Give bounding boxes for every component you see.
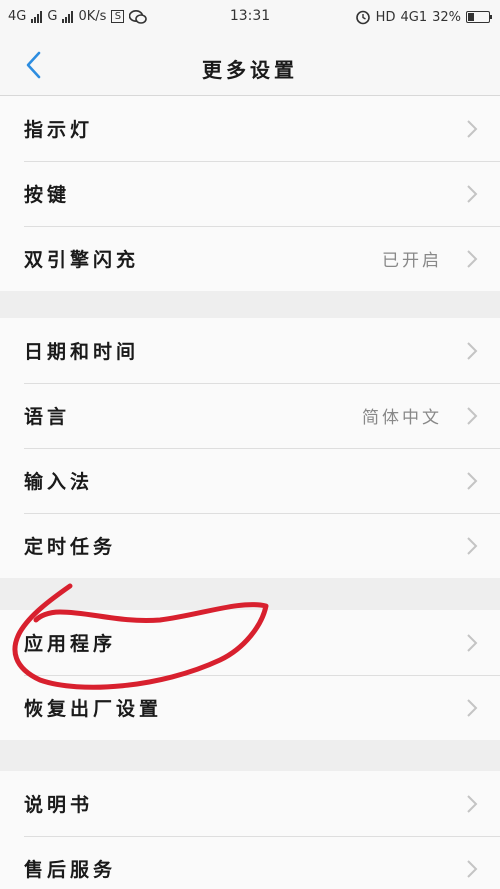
settings-item-value: 简体中文 — [362, 408, 442, 428]
settings-item-label: 说明书 — [24, 794, 94, 816]
chevron-right-icon — [467, 537, 478, 555]
chevron-right-icon — [467, 472, 478, 490]
chevron-right-icon — [467, 250, 478, 268]
page-title: 更多设置 — [202, 58, 298, 82]
chevron-right-icon — [467, 795, 478, 813]
settings-item-value: 已开启 — [382, 251, 442, 271]
settings-item-label: 按键 — [24, 184, 71, 206]
settings-item-label: 指示灯 — [24, 119, 94, 141]
settings-item-applications[interactable]: 应用程序 — [0, 610, 500, 675]
settings-item-factory-reset[interactable]: 恢复出厂设置 — [0, 675, 500, 740]
alarm-icon — [355, 10, 370, 25]
chevron-right-icon — [467, 634, 478, 652]
settings-item-label: 语言 — [24, 406, 71, 428]
chevron-right-icon — [467, 120, 478, 138]
title-bar: 更多设置 — [0, 34, 500, 96]
chevron-right-icon — [467, 407, 478, 425]
network-type-3: 4G1 — [400, 9, 428, 25]
settings-item-indicator-light[interactable]: 指示灯 — [0, 96, 500, 161]
settings-item-label: 定时任务 — [24, 536, 117, 558]
hd-indicator: HD — [375, 9, 396, 25]
battery-percent: 32% — [432, 9, 461, 25]
settings-item-scheduled-tasks[interactable]: 定时任务 — [0, 513, 500, 578]
settings-item-label: 恢复出厂设置 — [24, 698, 163, 720]
settings-item-keys[interactable]: 按键 — [0, 161, 500, 226]
settings-item-label: 日期和时间 — [24, 341, 140, 363]
settings-group-2: 日期和时间 语言 简体中文 输入法 定时任务 — [0, 318, 500, 578]
chevron-right-icon — [467, 699, 478, 717]
settings-item-dual-engine-charge[interactable]: 双引擎闪充 已开启 — [0, 226, 500, 291]
status-right: HD 4G1 32% — [355, 9, 492, 25]
settings-item-manual[interactable]: 说明书 — [0, 771, 500, 836]
status-bar: 4G G 0K/s S 13:31 HD 4G1 32% — [0, 0, 500, 34]
chevron-right-icon — [467, 860, 478, 878]
settings-item-label: 双引擎闪充 — [24, 249, 140, 271]
settings-group-1: 指示灯 按键 双引擎闪充 已开启 — [0, 96, 500, 291]
chevron-right-icon — [467, 185, 478, 203]
settings-item-label: 应用程序 — [24, 633, 117, 655]
settings-item-date-time[interactable]: 日期和时间 — [0, 318, 500, 383]
settings-item-label: 输入法 — [24, 471, 94, 493]
settings-item-label: 售后服务 — [24, 859, 117, 881]
settings-item-after-sales[interactable]: 售后服务 — [0, 836, 500, 889]
battery-icon — [466, 11, 492, 23]
settings-item-input-method[interactable]: 输入法 — [0, 448, 500, 513]
settings-group-3: 应用程序 恢复出厂设置 — [0, 610, 500, 740]
chevron-right-icon — [467, 342, 478, 360]
settings-group-4: 说明书 售后服务 — [0, 771, 500, 889]
settings-item-language[interactable]: 语言 简体中文 — [0, 383, 500, 448]
